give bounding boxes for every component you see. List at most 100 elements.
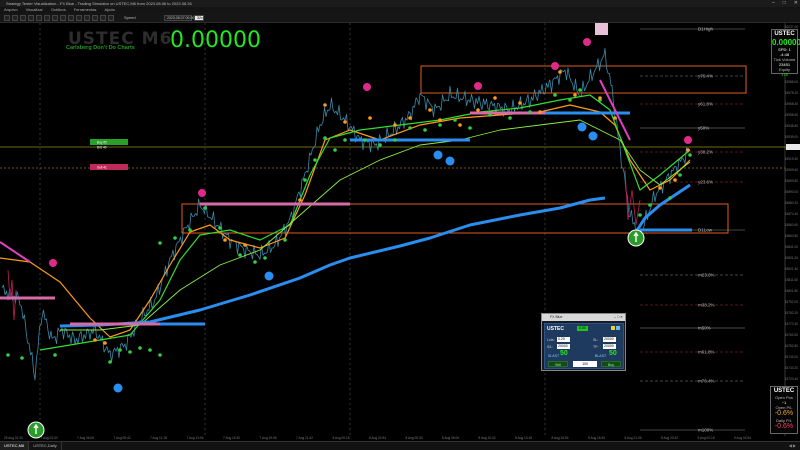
signal-dot-green [343,138,347,142]
toolbar: Speed 2023.08.07 00:00 32x [0,13,800,23]
signal-dot-orange [103,341,107,345]
signal-dot-pink [474,82,482,90]
close-icon[interactable]: ✕ [794,0,798,7]
fib-level-label: y23.6% [698,180,713,185]
crosshair-tool-icon[interactable] [12,15,18,21]
signal-dot-green [188,228,192,232]
zoom-in-icon[interactable] [60,15,66,21]
trade-panel-body: USTEC 0.00 Lots: 0.20 SL: 20000 S/L: 200… [544,323,624,369]
signal-dot-green [453,118,457,122]
price-tick-label: 15968.40 [785,102,799,106]
signal-dot-green [333,148,337,152]
price-tick-label: 15860.60 [785,223,799,227]
tab-scroll-icon[interactable]: ◀ ▶ [789,442,796,450]
fib-level-label: m38.2% [698,303,715,308]
lots-label: Lots: [547,338,555,342]
tab-chart[interactable]: USTEC,M6 [0,442,30,450]
stop-icon[interactable] [108,15,114,21]
signal-dot-green [313,158,317,162]
shapes-tool-icon[interactable] [52,15,58,21]
signal-dot-green [108,360,112,364]
time-tick-label: 8 Aug 18:30 [588,436,605,440]
fibo-tool-icon[interactable] [36,15,42,21]
speed-value[interactable]: 32x [194,15,204,21]
fib-level-label: m50% [698,326,711,331]
price-tick-label: 15880.20 [785,201,799,205]
fib-level-label: m23.6% [698,273,715,278]
hline-tool-icon[interactable] [20,15,26,21]
signal-dot-green [378,143,382,147]
tab-daily[interactable]: USTEC,Daily [29,442,62,450]
ma-long-line [59,196,606,328]
signal-dot-green [218,226,222,230]
price-tick-label: 15792.00 [785,300,799,304]
sell-button[interactable]: Sell [548,361,568,367]
signal-dot-orange [343,120,347,124]
step-icon[interactable] [100,15,106,21]
settings-icon[interactable] [611,326,615,330]
signal-dot-orange [393,123,397,127]
signal-dot-orange [368,116,372,120]
signal-dot-green [20,356,24,360]
play-icon[interactable] [84,15,90,21]
text-tool-icon[interactable] [44,15,50,21]
signal-dot-orange [598,96,602,100]
signal-dot-green [148,348,152,352]
signal-dot-blue [113,383,123,393]
fib-level-label: y38.2% [698,150,713,155]
cursor-tool-icon[interactable] [4,15,10,21]
grid-icon[interactable] [76,15,82,21]
time-tick-label: 8 Aug 00:18 [333,436,350,440]
window-controls: – □ ✕ [772,0,798,7]
price-tick-label: 15723.40 [785,377,799,381]
signal-dot-orange [518,101,522,105]
signal-dot-pink [551,62,559,70]
signal-dot-orange [673,178,677,182]
pause-icon[interactable] [92,15,98,21]
signal-dot-pink [363,83,371,91]
price-tick-label: 15841.00 [785,245,799,249]
speed-label: Speed [124,15,136,20]
signal-dot-green [393,138,397,142]
close-icon[interactable]: – □ ✕ [614,314,623,321]
signal-dot-pink [49,259,57,267]
price-display: 0.00000 [170,28,261,53]
signal-dot-green [118,348,122,352]
signal-dot-green [408,126,412,130]
time-tick-label: 8 Aug 08:06 [442,436,459,440]
fib-level-label: m76.4% [698,379,715,384]
signal-dot-green [283,238,287,242]
slp-input[interactable]: 20000 [557,344,570,349]
tp-input[interactable]: 20000 [603,344,616,349]
trade-panel-window[interactable]: FX Blue – □ ✕ USTEC 0.00 Lots: 0.20 SL: … [541,313,626,371]
chart-canvas[interactable]: 16037.0016027.2016017.4016007.6015997.80… [0,23,800,440]
trade-panel-titlebar[interactable]: FX Blue – □ ✕ [542,314,625,321]
zoom-out-icon[interactable] [68,15,74,21]
maximize-icon[interactable]: □ [783,0,786,7]
time-tick-label: 7 Aug 06:06 [77,436,94,440]
symbol-info-panel: USTEC 0.00000 SPD: 1 -4:48 Tick Volume 2… [771,29,800,77]
signal-dot-orange [658,186,662,190]
info-icon[interactable] [616,326,620,330]
lots-input[interactable]: 0.20 [557,337,570,342]
signal-dot-pink [684,136,692,144]
minimize-icon[interactable]: – [772,0,775,7]
signal-dot-green [638,213,642,217]
price-tick-label: 15978.20 [785,91,799,95]
buy-button[interactable]: Buy [601,361,621,367]
price-tick-label: 15821.40 [785,267,799,271]
price-tick-label: 15870.40 [785,212,799,216]
quantity-input[interactable]: 100 [573,361,597,367]
price-tick-label: 15988.00 [785,80,799,84]
trade-symbol: USTEC [547,326,564,332]
price-tick-label: 15831.20 [785,256,799,260]
time-tick-label: 7 Aug 08:42 [114,436,131,440]
signal-dot-blue [445,156,455,166]
price-tick-label: 15958.60 [785,113,799,117]
sl-input[interactable]: 20000 [603,337,616,342]
price-chart[interactable]: 16037.0016027.2016017.4016007.6015997.80… [0,23,800,440]
price-tick-label: 15782.20 [785,311,799,315]
price-tick-label: 15762.60 [785,333,799,337]
date-field[interactable]: 2023.08.07 00:00 [164,15,194,21]
trendline-tool-icon[interactable] [28,15,34,21]
